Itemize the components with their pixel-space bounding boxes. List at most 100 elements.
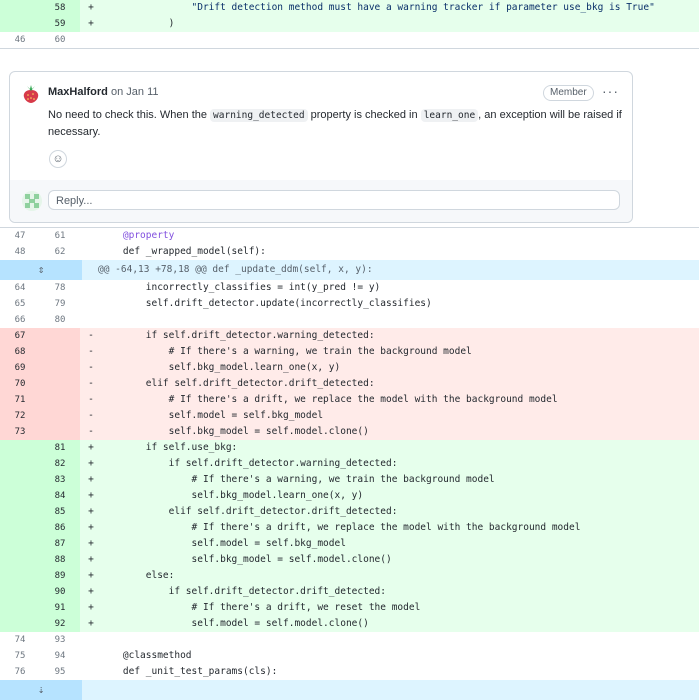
old-line-number[interactable]	[0, 504, 40, 520]
comment-date[interactable]: on Jan 11	[111, 86, 159, 98]
code-line: if self.drift_detector.warning_detected:	[100, 330, 375, 341]
new-line-number[interactable]: 79	[40, 296, 80, 312]
inline-code: learn_one	[420, 109, 479, 122]
old-line-number[interactable]: 76	[0, 664, 40, 680]
new-line-number[interactable]	[40, 392, 80, 408]
new-line-number[interactable]	[40, 360, 80, 376]
code-line: )	[100, 18, 175, 29]
reply-input[interactable]: Reply...	[48, 190, 620, 210]
strawberry-icon	[23, 85, 39, 103]
old-line-number[interactable]: 66	[0, 312, 40, 328]
new-line-number[interactable]	[40, 376, 80, 392]
new-line-number[interactable]: 95	[40, 664, 80, 680]
new-line-number[interactable]: 88	[40, 552, 80, 568]
new-line-number[interactable]	[40, 344, 80, 360]
old-line-number[interactable]: 64	[0, 280, 40, 296]
old-line-number[interactable]: 68	[0, 344, 40, 360]
new-line-number[interactable]: 89	[40, 568, 80, 584]
new-line-number[interactable]	[40, 424, 80, 440]
old-line-number[interactable]	[0, 520, 40, 536]
old-line-number[interactable]	[0, 456, 40, 472]
old-line-number[interactable]	[0, 616, 40, 632]
diff-sign	[80, 632, 100, 648]
diff-row: 48 62 def _wrapped_model(self):	[0, 244, 699, 260]
old-line-number[interactable]: 65	[0, 296, 40, 312]
diff-row: 83 + # If there's a warning, we train the…	[0, 472, 699, 488]
diff-sign	[80, 32, 100, 48]
old-line-number[interactable]: 67	[0, 328, 40, 344]
new-line-number[interactable]: 78	[40, 280, 80, 296]
new-line-number[interactable]: 92	[40, 616, 80, 632]
old-line-number[interactable]: 74	[0, 632, 40, 648]
diff-sign: +	[88, 442, 94, 453]
old-line-number[interactable]	[0, 488, 40, 504]
new-line-number[interactable]: 58	[40, 0, 80, 16]
diff-sign: +	[88, 586, 94, 597]
expand-down-icon[interactable]: ⇣	[0, 680, 82, 700]
new-line-number[interactable]: 84	[40, 488, 80, 504]
code-line: @classmethod	[100, 650, 192, 661]
new-line-number[interactable]: 80	[40, 312, 80, 328]
code-line: def _wrapped_model(self):	[100, 246, 266, 257]
old-line-number[interactable]	[0, 472, 40, 488]
old-line-number[interactable]: 48	[0, 244, 40, 260]
old-line-number[interactable]: 72	[0, 408, 40, 424]
old-line-number[interactable]	[0, 552, 40, 568]
avatar[interactable]	[22, 191, 42, 211]
old-line-number[interactable]: 47	[0, 228, 40, 244]
new-line-number[interactable]: 83	[40, 472, 80, 488]
diff-sign	[80, 280, 100, 296]
code-line: elif self.drift_detector.drift_detected:	[100, 506, 398, 517]
old-line-number[interactable]	[0, 16, 40, 32]
hunk-footer: ⇣	[0, 680, 699, 700]
new-line-number[interactable]: 59	[40, 16, 80, 32]
new-line-number[interactable]: 61	[40, 228, 80, 244]
member-badge: Member	[543, 85, 594, 101]
code-line: self.model = self.bkg_model	[100, 410, 324, 421]
diff-sign: +	[88, 490, 94, 501]
expand-icon[interactable]: ⇕	[0, 260, 82, 280]
new-line-number[interactable]: 62	[40, 244, 80, 260]
new-line-number[interactable]: 85	[40, 504, 80, 520]
more-options-icon[interactable]: ···	[602, 83, 619, 99]
code-line: self.bkg_model = self.model.clone()	[100, 426, 369, 437]
new-line-number[interactable]: 91	[40, 600, 80, 616]
avatar[interactable]	[22, 84, 40, 104]
diff-sign: -	[88, 362, 94, 373]
new-line-number[interactable]: 60	[40, 32, 80, 48]
old-line-number[interactable]: 46	[0, 32, 40, 48]
old-line-number[interactable]	[0, 440, 40, 456]
diff-row: 89 + else:	[0, 568, 699, 584]
diff-sign: +	[88, 554, 94, 565]
old-line-number[interactable]: 70	[0, 376, 40, 392]
new-line-number[interactable]	[40, 408, 80, 424]
old-line-number[interactable]: 73	[0, 424, 40, 440]
code-line: self.bkg_model = self.model.clone()	[100, 554, 392, 565]
new-line-number[interactable]: 86	[40, 520, 80, 536]
diff-sign: +	[88, 618, 94, 629]
old-line-number[interactable]	[0, 600, 40, 616]
code-line: self.bkg_model.learn_one(x, y)	[100, 362, 341, 373]
new-line-number[interactable]: 81	[40, 440, 80, 456]
old-line-number[interactable]	[0, 568, 40, 584]
new-line-number[interactable]	[40, 328, 80, 344]
old-line-number[interactable]: 71	[0, 392, 40, 408]
diff-row: 69 - self.bkg_model.learn_one(x, y)	[0, 360, 699, 376]
old-line-number[interactable]: 75	[0, 648, 40, 664]
old-line-number[interactable]	[0, 584, 40, 600]
add-reaction-button[interactable]: ☺	[49, 150, 67, 168]
old-line-number[interactable]	[0, 0, 40, 16]
new-line-number[interactable]: 82	[40, 456, 80, 472]
diff-sign: -	[88, 394, 94, 405]
reply-bar: Reply...	[10, 180, 632, 222]
new-line-number[interactable]: 94	[40, 648, 80, 664]
new-line-number[interactable]: 93	[40, 632, 80, 648]
old-line-number[interactable]	[0, 536, 40, 552]
comment-author[interactable]: MaxHalford	[48, 86, 108, 98]
new-line-number[interactable]: 87	[40, 536, 80, 552]
old-line-number[interactable]: 69	[0, 360, 40, 376]
code-line: @property	[100, 230, 175, 241]
hunk-header: ⇕ @@ -64,13 +78,18 @@ def _update_ddm(se…	[0, 260, 699, 280]
new-line-number[interactable]: 90	[40, 584, 80, 600]
